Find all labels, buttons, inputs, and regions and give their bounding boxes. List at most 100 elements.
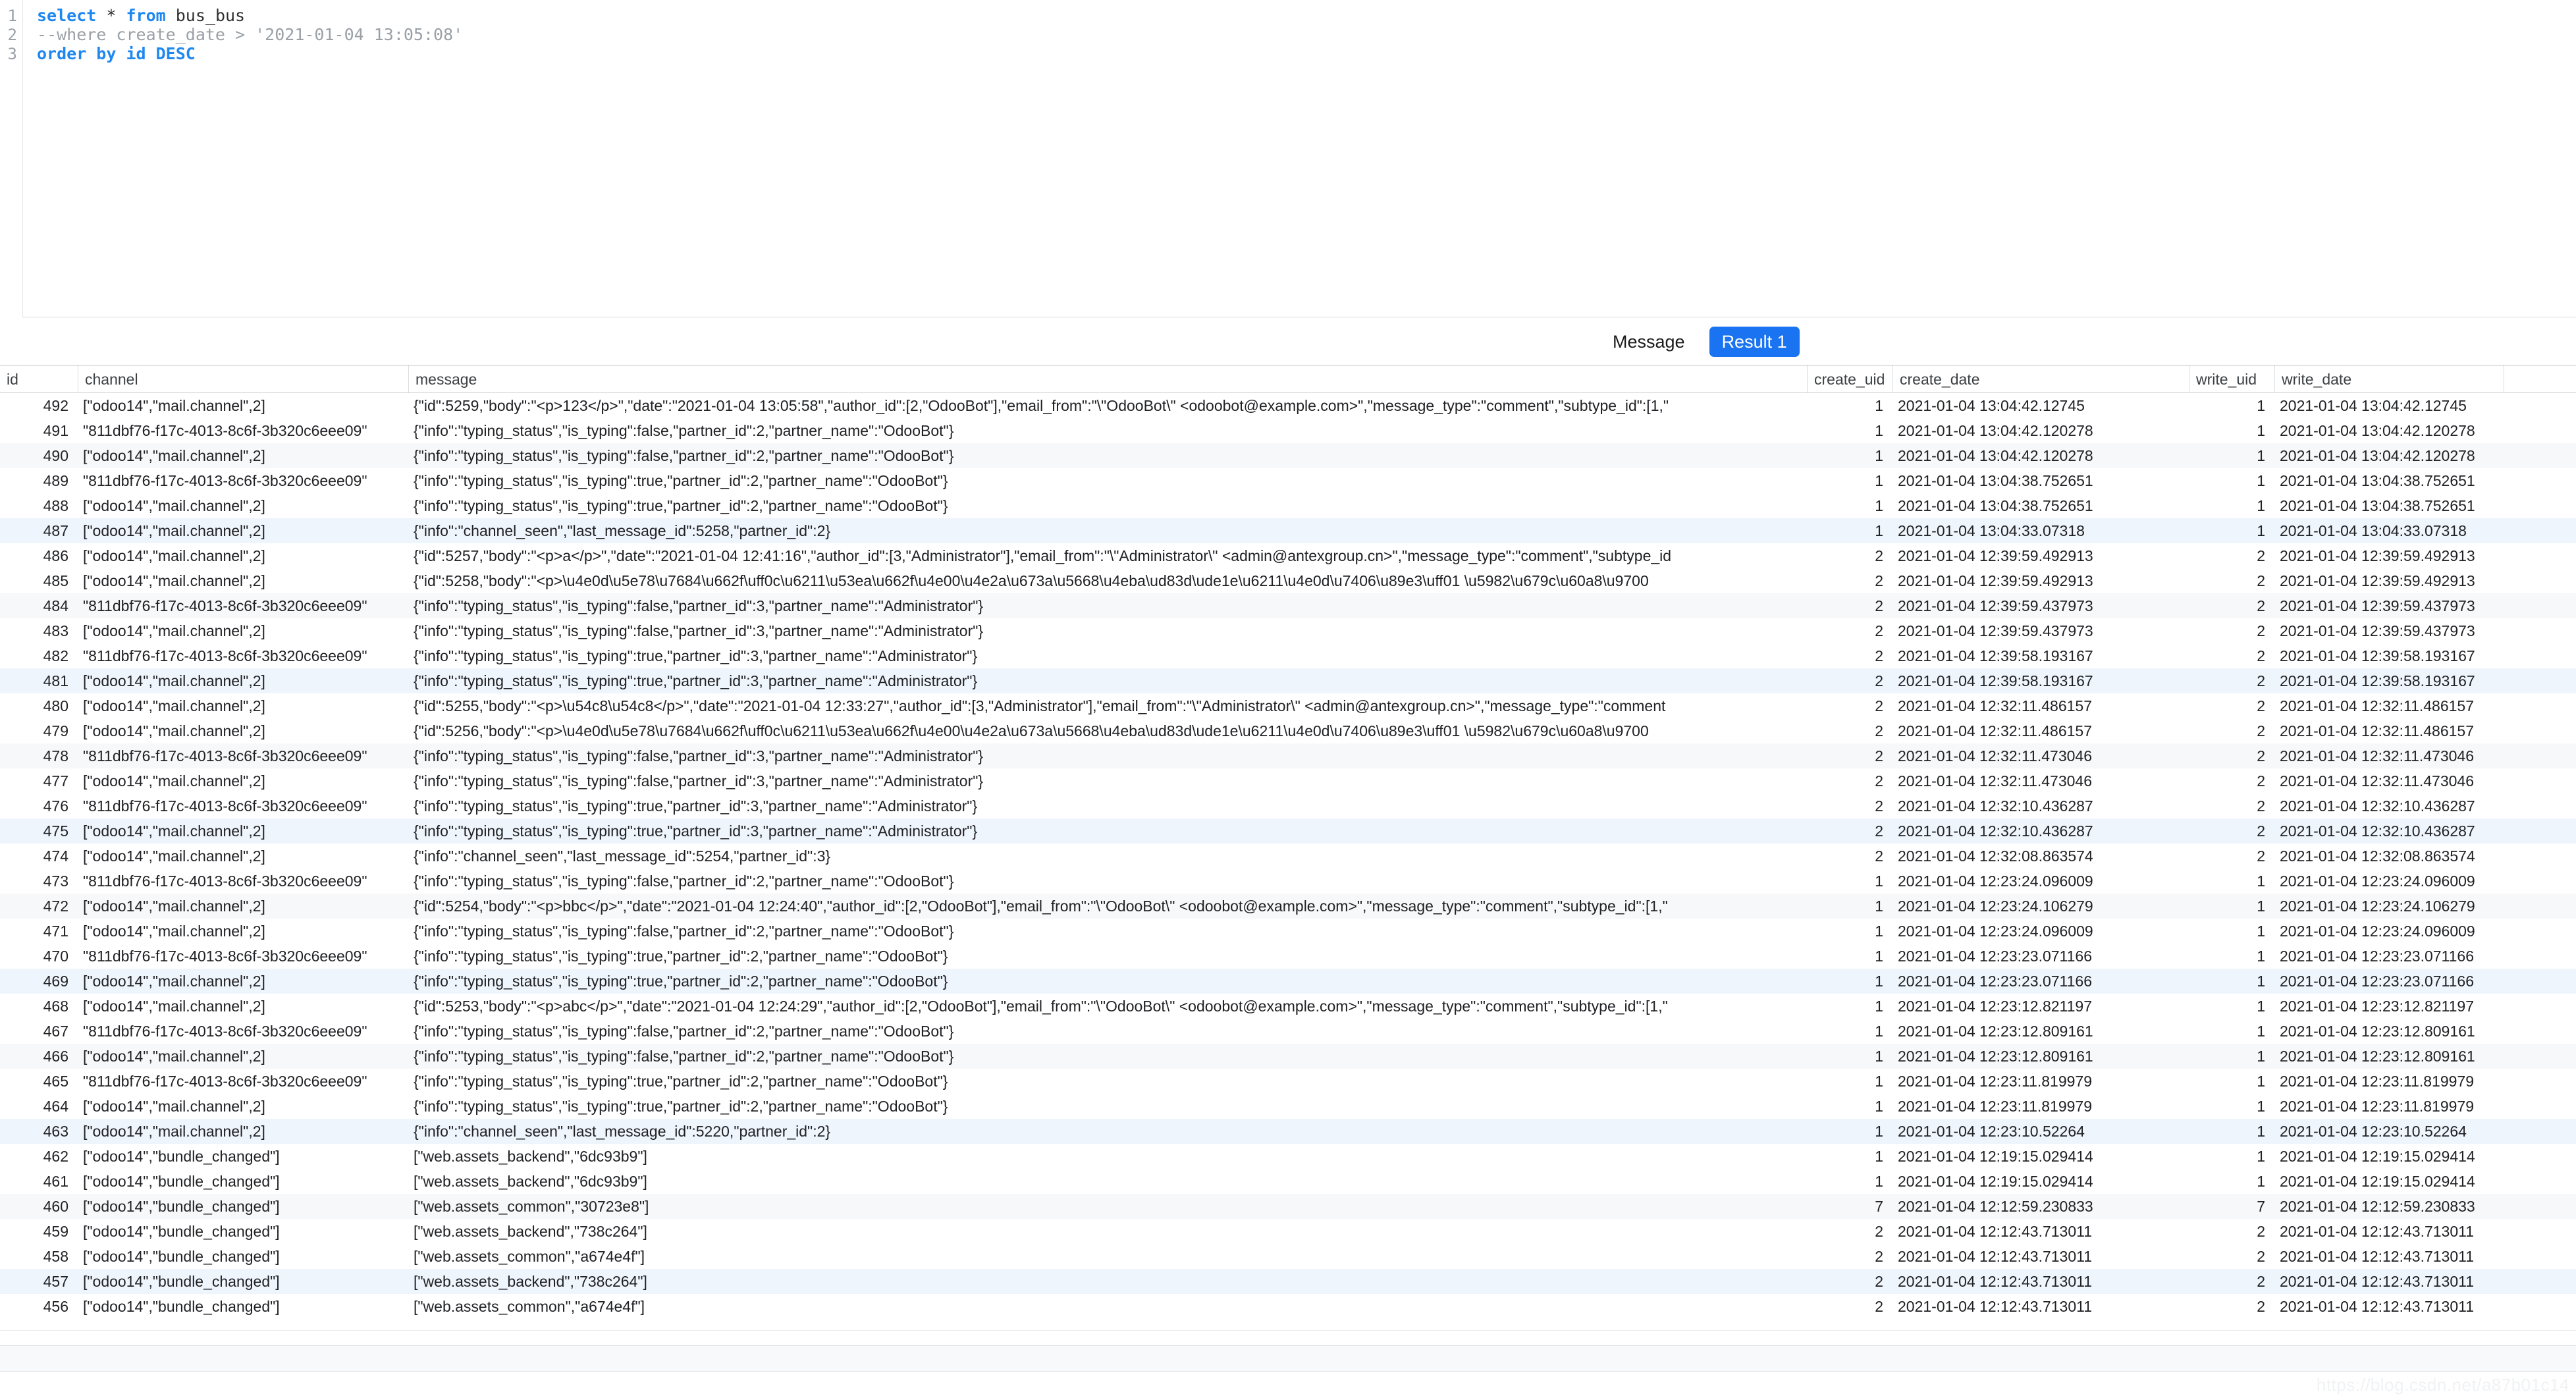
cell-message[interactable]: {"info":"channel_seen","last_message_id"…: [408, 1119, 1807, 1144]
cell-message[interactable]: ["web.assets_backend","738c264"]: [408, 1269, 1807, 1294]
cell-write_uid[interactable]: 2: [2189, 1294, 2274, 1319]
cell-write_date[interactable]: 2021-01-04 12:32:08.863574: [2274, 844, 2504, 869]
cell-create_uid[interactable]: 2: [1807, 643, 1892, 668]
cell-write_date[interactable]: 2021-01-04 13:04:38.752651: [2274, 493, 2504, 518]
table-row[interactable]: 459 ["odoo14","bundle_changed"] ["web.asse…: [0, 1219, 2576, 1244]
table-row[interactable]: 457 ["odoo14","bundle_changed"] ["web.asse…: [0, 1269, 2576, 1294]
cell-id[interactable]: 492: [0, 393, 78, 418]
cell-create_date[interactable]: 2021-01-04 12:23:24.106279: [1892, 894, 2189, 919]
cell-create_date[interactable]: 2021-01-04 12:23:11.819979: [1892, 1094, 2189, 1119]
cell-message[interactable]: {"info":"typing_status","is_typing":fals…: [408, 1019, 1807, 1044]
cell-write_uid[interactable]: 2: [2189, 819, 2274, 844]
cell-create_uid[interactable]: 7: [1807, 1194, 1892, 1219]
cell-channel[interactable]: "811dbf76-f17c-4013-8c6f-3b320c6eee09": [78, 468, 408, 493]
table-row[interactable]: 461 ["odoo14","bundle_changed"] ["web.asse…: [0, 1169, 2576, 1194]
cell-create_uid[interactable]: 2: [1807, 768, 1892, 793]
cell-write_uid[interactable]: 1: [2189, 1119, 2274, 1144]
cell-id[interactable]: 475: [0, 819, 78, 844]
cell-message[interactable]: {"info":"typing_status","is_typing":fals…: [408, 593, 1807, 618]
cell-write_date[interactable]: 2021-01-04 12:19:15.029414: [2274, 1169, 2504, 1194]
cell-message[interactable]: {"info":"typing_status","is_typing":fals…: [408, 443, 1807, 468]
cell-message[interactable]: {"info":"typing_status","is_typing":true…: [408, 1094, 1807, 1119]
cell-write_uid[interactable]: 2: [2189, 593, 2274, 618]
table-row[interactable]: 491 "811dbf76-f17c-4013-8c6f-3b320c6eee09…: [0, 418, 2576, 443]
cell-channel[interactable]: ["odoo14","mail.channel",2]: [78, 894, 408, 919]
cell-create_date[interactable]: 2021-01-04 12:39:59.437973: [1892, 593, 2189, 618]
cell-create_date[interactable]: 2021-01-04 12:39:59.492913: [1892, 543, 2189, 568]
table-row[interactable]: 462 ["odoo14","bundle_changed"] ["web.asse…: [0, 1144, 2576, 1169]
cell-create_date[interactable]: 2021-01-04 12:39:59.492913: [1892, 568, 2189, 593]
cell-write_date[interactable]: 2021-01-04 13:04:38.752651: [2274, 468, 2504, 493]
cell-id[interactable]: 485: [0, 568, 78, 593]
cell-channel[interactable]: ["odoo14","bundle_changed"]: [78, 1169, 408, 1194]
column-header-create_uid[interactable]: create_uid: [1807, 365, 1892, 392]
table-row[interactable]: 473 "811dbf76-f17c-4013-8c6f-3b320c6eee09…: [0, 869, 2576, 894]
cell-write_date[interactable]: 2021-01-04 12:12:43.713011: [2274, 1269, 2504, 1294]
cell-create_date[interactable]: 2021-01-04 12:23:10.52264: [1892, 1119, 2189, 1144]
cell-write_uid[interactable]: 1: [2189, 994, 2274, 1019]
cell-create_date[interactable]: 2021-01-04 12:23:24.096009: [1892, 919, 2189, 944]
table-row[interactable]: 468 ["odoo14","mail.channel",2] {"id":5253…: [0, 994, 2576, 1019]
cell-write_date[interactable]: 2021-01-04 13:04:42.12745: [2274, 393, 2504, 418]
cell-message[interactable]: {"info":"typing_status","is_typing":fals…: [408, 919, 1807, 944]
cell-write_date[interactable]: 2021-01-04 12:23:23.071166: [2274, 969, 2504, 994]
tab-message[interactable]: Message: [1600, 327, 1698, 357]
cell-write_uid[interactable]: 2: [2189, 543, 2274, 568]
cell-write_uid[interactable]: 2: [2189, 1244, 2274, 1269]
cell-create_date[interactable]: 2021-01-04 12:12:43.713011: [1892, 1269, 2189, 1294]
table-row[interactable]: 477 ["odoo14","mail.channel",2] {"info":"t…: [0, 768, 2576, 793]
cell-id[interactable]: 463: [0, 1119, 78, 1144]
cell-id[interactable]: 488: [0, 493, 78, 518]
column-header-write_date[interactable]: write_date: [2274, 365, 2504, 392]
cell-create_date[interactable]: 2021-01-04 12:23:24.096009: [1892, 869, 2189, 894]
cell-create_uid[interactable]: 1: [1807, 944, 1892, 969]
cell-write_uid[interactable]: 1: [2189, 869, 2274, 894]
table-row[interactable]: 466 ["odoo14","mail.channel",2] {"info":"t…: [0, 1044, 2576, 1069]
cell-message[interactable]: {"info":"typing_status","is_typing":fals…: [408, 743, 1807, 768]
cell-id[interactable]: 487: [0, 518, 78, 543]
cell-write_date[interactable]: 2021-01-04 12:39:59.437973: [2274, 618, 2504, 643]
cell-channel[interactable]: "811dbf76-f17c-4013-8c6f-3b320c6eee09": [78, 593, 408, 618]
cell-channel[interactable]: ["odoo14","mail.channel",2]: [78, 568, 408, 593]
cell-write_date[interactable]: 2021-01-04 13:04:42.120278: [2274, 443, 2504, 468]
cell-create_uid[interactable]: 2: [1807, 543, 1892, 568]
cell-create_date[interactable]: 2021-01-04 12:32:10.436287: [1892, 819, 2189, 844]
cell-channel[interactable]: ["odoo14","mail.channel",2]: [78, 518, 408, 543]
cell-write_uid[interactable]: 1: [2189, 493, 2274, 518]
cell-create_uid[interactable]: 1: [1807, 393, 1892, 418]
cell-write_uid[interactable]: 2: [2189, 568, 2274, 593]
cell-channel[interactable]: "811dbf76-f17c-4013-8c6f-3b320c6eee09": [78, 743, 408, 768]
cell-message[interactable]: ["web.assets_common","30723e8"]: [408, 1194, 1807, 1219]
cell-message[interactable]: {"id":5259,"body":"<p>123</p>","date":"2…: [408, 393, 1807, 418]
cell-create_uid[interactable]: 2: [1807, 743, 1892, 768]
table-row[interactable]: 470 "811dbf76-f17c-4013-8c6f-3b320c6eee09…: [0, 944, 2576, 969]
cell-create_date[interactable]: 2021-01-04 12:32:10.436287: [1892, 793, 2189, 819]
table-row[interactable]: 469 ["odoo14","mail.channel",2] {"info":"t…: [0, 969, 2576, 994]
sql-editor-pane[interactable]: 1 select * from bus_bus 2 --where create_da…: [0, 0, 2576, 317]
cell-channel[interactable]: ["odoo14","bundle_changed"]: [78, 1219, 408, 1244]
cell-write_date[interactable]: 2021-01-04 12:23:11.819979: [2274, 1094, 2504, 1119]
cell-id[interactable]: 465: [0, 1069, 78, 1094]
cell-write_uid[interactable]: 1: [2189, 418, 2274, 443]
cell-id[interactable]: 467: [0, 1019, 78, 1044]
cell-write_uid[interactable]: 1: [2189, 1094, 2274, 1119]
cell-channel[interactable]: ["odoo14","mail.channel",2]: [78, 543, 408, 568]
cell-channel[interactable]: ["odoo14","mail.channel",2]: [78, 668, 408, 693]
cell-create_uid[interactable]: 2: [1807, 693, 1892, 718]
cell-create_uid[interactable]: 1: [1807, 1094, 1892, 1119]
cell-write_uid[interactable]: 1: [2189, 894, 2274, 919]
cell-channel[interactable]: ["odoo14","mail.channel",2]: [78, 919, 408, 944]
cell-channel[interactable]: ["odoo14","bundle_changed"]: [78, 1294, 408, 1319]
cell-create_date[interactable]: 2021-01-04 12:12:43.713011: [1892, 1294, 2189, 1319]
cell-channel[interactable]: "811dbf76-f17c-4013-8c6f-3b320c6eee09": [78, 418, 408, 443]
table-row[interactable]: 464 ["odoo14","mail.channel",2] {"info":"t…: [0, 1094, 2576, 1119]
cell-channel[interactable]: ["odoo14","mail.channel",2]: [78, 819, 408, 844]
cell-message[interactable]: {"info":"typing_status","is_typing":true…: [408, 493, 1807, 518]
line-text[interactable]: order by id DESC: [37, 42, 196, 66]
cell-write_date[interactable]: 2021-01-04 12:32:11.473046: [2274, 768, 2504, 793]
cell-create_uid[interactable]: 2: [1807, 1294, 1892, 1319]
cell-write_uid[interactable]: 7: [2189, 1194, 2274, 1219]
cell-message[interactable]: {"info":"typing_status","is_typing":true…: [408, 668, 1807, 693]
cell-id[interactable]: 470: [0, 944, 78, 969]
cell-create_date[interactable]: 2021-01-04 12:32:11.486157: [1892, 718, 2189, 743]
